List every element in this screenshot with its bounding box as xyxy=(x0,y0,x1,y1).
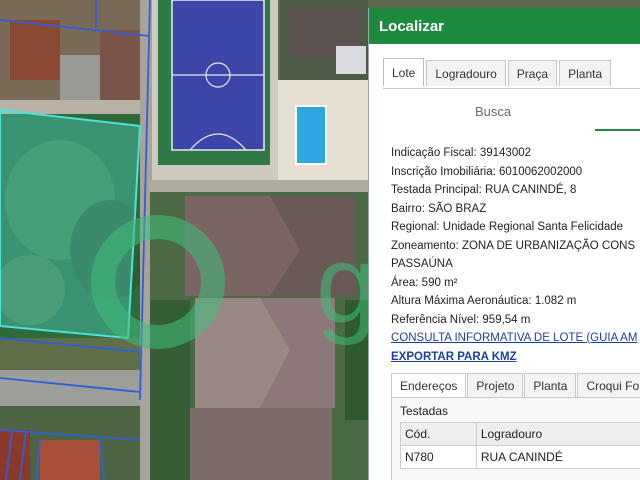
col-header-logradouro: Logradouro xyxy=(475,422,640,446)
cell-logradouro: RUA CANINDÉ xyxy=(475,445,640,469)
tab-projeto[interactable]: Projeto xyxy=(467,373,524,397)
consulta-informativa-link[interactable]: CONSULTA INFORMATIVA DE LOTE (GUIA AM xyxy=(391,332,637,344)
table-row[interactable]: N780 RUA CANINDÉ xyxy=(400,445,640,469)
zoneamento-cont: PASSAÚNA xyxy=(391,258,453,270)
localizar-panel: Localizar Lote Logradouro Praça Planta B… xyxy=(368,8,640,480)
regional: Regional: Unidade Regional Santa Felicid… xyxy=(391,221,624,233)
main-tabs: Lote Logradouro Praça Planta xyxy=(383,58,613,86)
altura-maxima: Altura Máxima Aeronáutica: 1.082 m xyxy=(391,295,577,307)
tab-logradouro[interactable]: Logradouro xyxy=(426,60,506,86)
indicacao-fiscal: Indicação Fiscal: 39143002 xyxy=(391,147,532,159)
detail-tabs: Endereços Projeto Planta Croqui Fo xyxy=(391,373,640,397)
tab-croqui[interactable]: Croqui Fo xyxy=(577,373,640,397)
table-header-row: Cód. Logradouro xyxy=(400,422,640,446)
testadas-title: Testadas xyxy=(400,404,449,418)
tab-planta-detail[interactable]: Planta xyxy=(524,373,577,397)
tab-praca[interactable]: Praça xyxy=(507,60,558,86)
cell-cod: N780 xyxy=(400,445,477,469)
panel-title: Localizar xyxy=(379,17,445,35)
referencia-nivel: Referência Nível: 959,54 m xyxy=(391,313,531,326)
selected-lot-outline[interactable] xyxy=(0,108,142,340)
lote-info: Indicação Fiscal: 39143002 Inscrição Imo… xyxy=(391,144,637,366)
bairro: Bairro: SÃO BRAZ xyxy=(391,202,487,215)
area: Área: 590 m² xyxy=(391,276,458,289)
tab-planta[interactable]: Planta xyxy=(559,60,612,86)
testadas-table: Cód. Logradouro N780 RUA CANINDÉ xyxy=(400,422,640,469)
enderecos-content: Testadas Cód. Logradouro N780 RUA CANIND… xyxy=(391,397,640,480)
tab-lote[interactable]: Lote xyxy=(383,58,425,86)
exportar-kmz-link[interactable]: EXPORTAR PARA KMZ xyxy=(391,351,517,363)
busca-underline xyxy=(595,129,640,131)
tab-enderecos[interactable]: Endereços xyxy=(391,373,467,397)
inscricao-imobiliaria: Inscrição Imobiliária: 6010062002000 xyxy=(391,165,583,178)
col-header-cod: Cód. xyxy=(400,422,477,446)
panel-header: Localizar xyxy=(369,8,640,44)
busca-tab[interactable]: Busca xyxy=(475,104,511,119)
zoneamento: Zoneamento: ZONA DE URBANIZAÇÃO CONS xyxy=(391,239,636,252)
tab-divider xyxy=(383,88,640,89)
testada-principal: Testada Principal: RUA CANINDÉ, 8 xyxy=(391,184,577,196)
